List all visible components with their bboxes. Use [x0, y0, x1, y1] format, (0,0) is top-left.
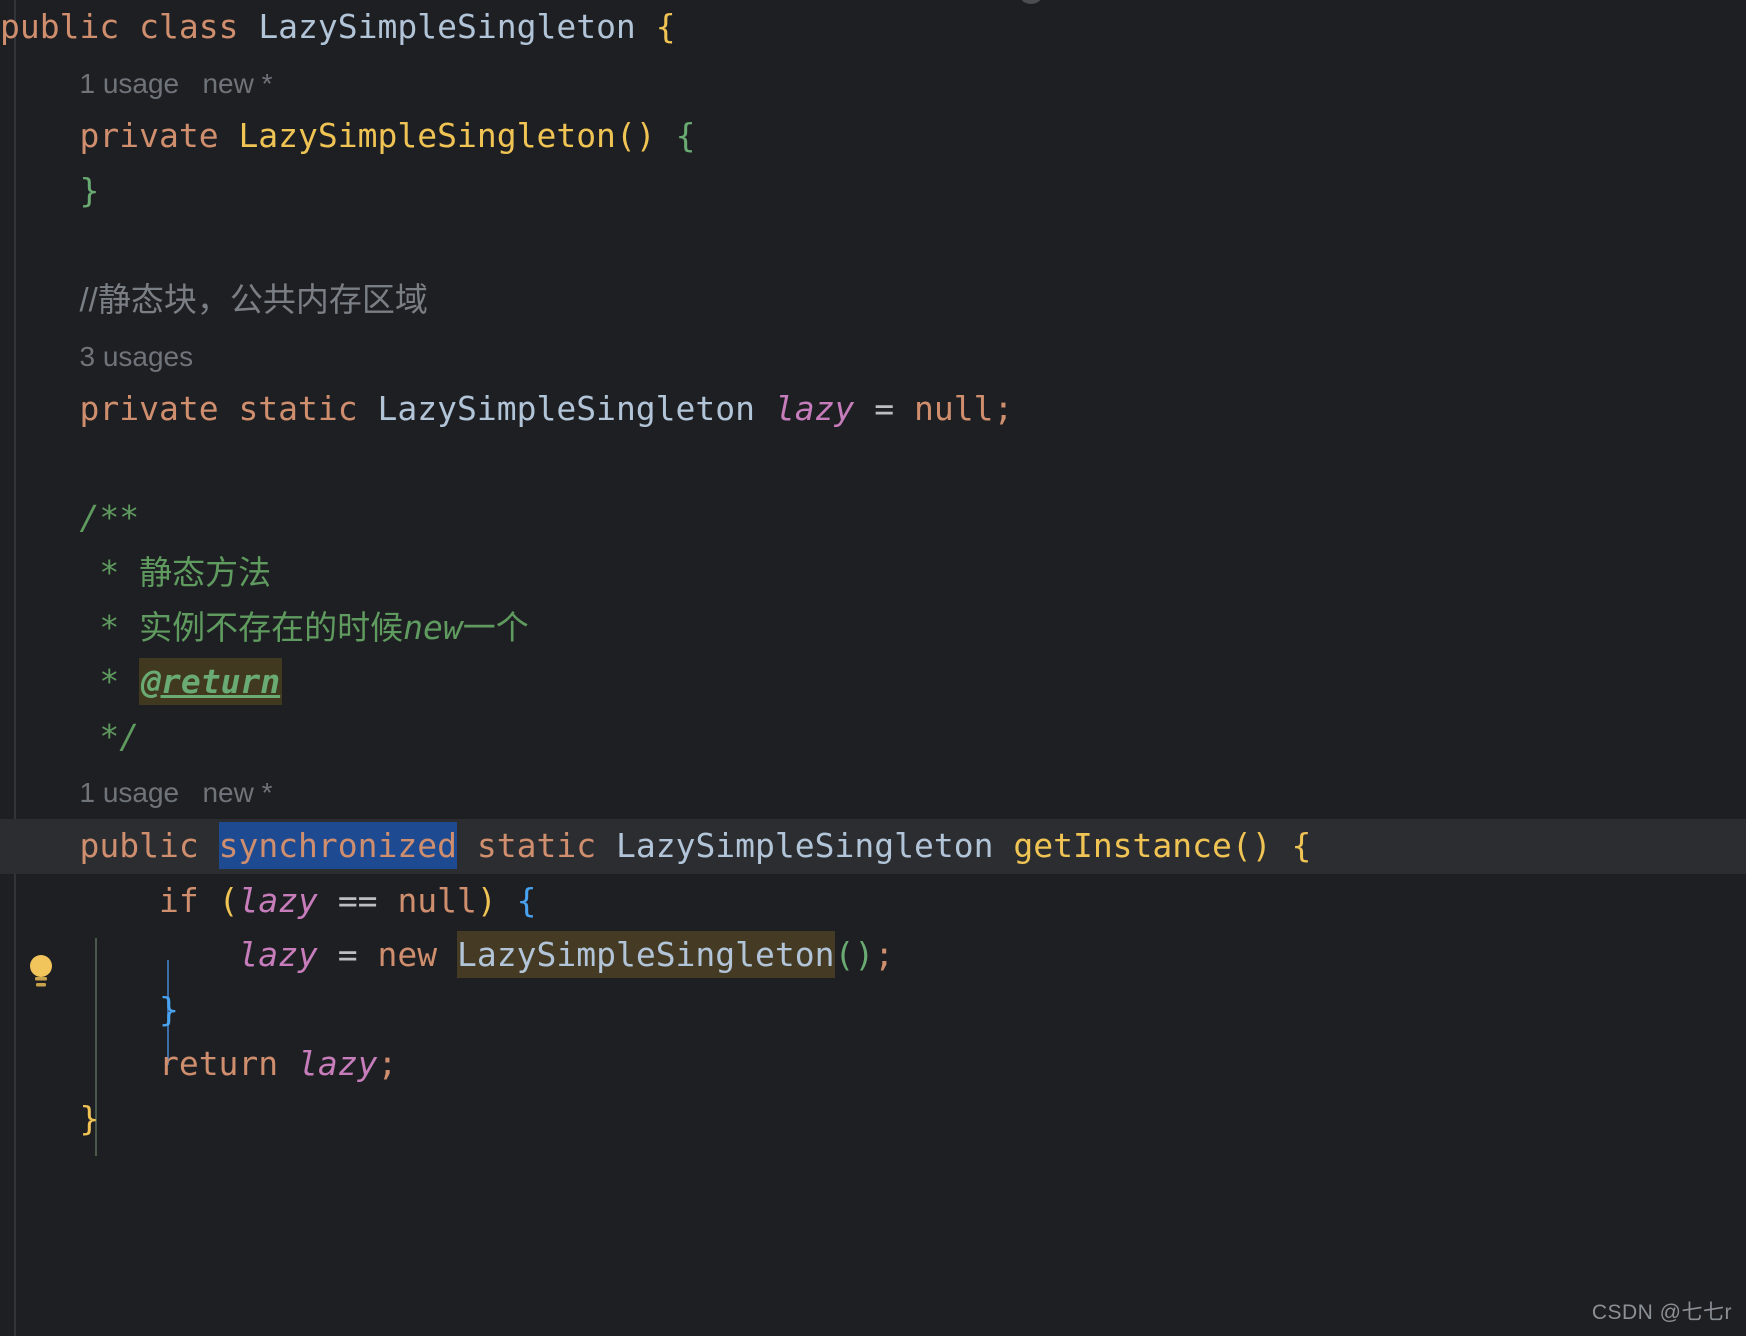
line-comment: //静态块，公共内存区域 [79, 281, 428, 318]
code-line-15-inlay-hint[interactable]: 1 usage new * [0, 764, 272, 819]
field-name-lazy: lazy [298, 1044, 378, 1084]
code-line-9-blank[interactable] [0, 437, 20, 492]
method-return-type: LazySimpleSingleton [615, 826, 994, 865]
keyword-if: if [158, 880, 199, 920]
highlighted-class-name[interactable]: LazySimpleSingleton [457, 931, 835, 979]
semicolon: ; [377, 1044, 398, 1084]
field-name-lazy: lazy [774, 389, 855, 429]
code-line-7-inlay-hint[interactable]: 3 usages [0, 328, 193, 383]
javadoc-star: * [99, 662, 120, 702]
code-line-18-assignment[interactable]: lazy = new LazySimpleSingleton(); [0, 928, 894, 983]
code-line-16-method-signature[interactable]: public synchronized static LazySimpleSin… [0, 817, 1746, 874]
selected-keyword-synchronized[interactable]: synchronized [218, 822, 457, 869]
code-line-21-method-close[interactable]: } [0, 1092, 99, 1147]
keyword-new: new [377, 935, 438, 975]
code-line-11-javadoc[interactable]: * 静态方法 [0, 546, 271, 601]
code-line-3[interactable]: private LazySimpleSingleton() { [0, 109, 695, 164]
code-line-4[interactable]: } [0, 164, 99, 219]
keyword-public: public [0, 7, 120, 46]
code-line-19-if-close[interactable]: } [0, 983, 179, 1038]
code-line-1[interactable]: public class LazySimpleSingleton { [0, 0, 676, 55]
assign-operator: = [874, 389, 895, 429]
usage-hint[interactable]: 3 usages [79, 341, 193, 372]
usage-hint[interactable]: 1 usage new * [79, 68, 272, 99]
if-lparen: ( [218, 880, 239, 920]
code-line-5-blank[interactable] [0, 218, 20, 273]
javadoc-text: 静态方法 [139, 554, 272, 591]
class-name: LazySimpleSingleton [258, 7, 636, 46]
field-name-lazy: lazy [238, 935, 318, 975]
code-line-2-inlay-hint[interactable]: 1 usage new * [0, 55, 272, 110]
javadoc-star: * [99, 607, 120, 647]
javadoc-return-tag[interactable]: @return [139, 658, 283, 706]
code-line-8[interactable]: private static LazySimpleSingleton lazy … [0, 382, 1013, 437]
field-name-lazy: lazy [238, 880, 318, 920]
code-line-20-return[interactable]: return lazy; [0, 1037, 397, 1092]
code-line-13-javadoc-tag[interactable]: * @return [0, 655, 283, 710]
ctor-open-brace: { [675, 116, 696, 156]
if-close-brace: } [158, 989, 179, 1029]
watermark: CSDN @七七r [1591, 1301, 1732, 1324]
if-open-brace: { [516, 880, 537, 920]
field-type: LazySimpleSingleton [377, 389, 756, 429]
ctor-close-brace: } [79, 170, 100, 210]
code-line-12-javadoc[interactable]: * 实例不存在的时候new一个 [0, 601, 529, 656]
code-line-17-if[interactable]: if (lazy == null) { [0, 874, 537, 929]
if-rparen: ) [476, 880, 497, 920]
equality-operator: == [337, 880, 378, 920]
method-open-brace: { [1291, 826, 1312, 865]
keyword-null: null [397, 880, 477, 920]
keyword-return: return [158, 1044, 279, 1084]
keyword-private: private [79, 116, 219, 156]
semicolon: ; [874, 935, 895, 975]
code-line-10-javadoc-open[interactable]: /** [0, 491, 139, 546]
semicolon: ; [993, 389, 1014, 429]
keyword-private: private [79, 389, 219, 429]
constructor-name: LazySimpleSingleton [238, 116, 616, 156]
javadoc-open: /** [79, 498, 140, 538]
keyword-static: static [238, 389, 358, 429]
method-close-brace: } [79, 1099, 100, 1138]
code-editor-screenshot: public class LazySimpleSingleton { 1 usa… [0, 0, 1746, 1336]
code-line-14-javadoc-close[interactable]: */ [0, 710, 139, 765]
ctor-call-parens: () [834, 935, 875, 975]
javadoc-star: * [99, 553, 120, 592]
javadoc-close: */ [99, 716, 140, 756]
usage-hint[interactable]: 1 usage new * [79, 777, 272, 808]
javadoc-text-post: 一个 [462, 608, 529, 646]
ctor-parens: () [615, 116, 656, 156]
code-line-6-comment[interactable]: //静态块，公共内存区域 [0, 273, 428, 328]
method-parens: () [1231, 826, 1272, 865]
keyword-null: null [914, 389, 994, 429]
open-brace: { [655, 7, 676, 46]
assign-operator: = [337, 935, 358, 975]
keyword-class: class [139, 7, 239, 46]
method-name-getinstance: getInstance [1013, 826, 1232, 865]
javadoc-text-emphasis: new [403, 607, 463, 647]
keyword-public: public [79, 826, 199, 865]
javadoc-text-pre: 实例不存在的时候 [139, 608, 404, 646]
breadcrumb-marker-icon [1018, 0, 1044, 4]
keyword-static: static [476, 826, 597, 865]
